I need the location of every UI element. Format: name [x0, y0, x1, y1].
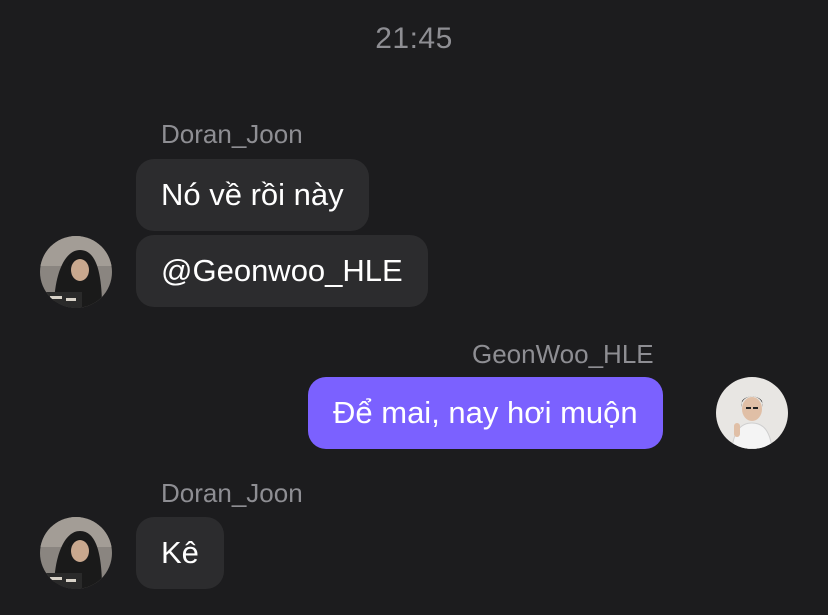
- user-avatar-hoodie-icon[interactable]: [40, 517, 112, 589]
- message-text: Nó về rồi này: [161, 177, 344, 212]
- message-bubble[interactable]: @Geonwoo_HLE: [136, 235, 428, 307]
- message-text: Kê: [161, 535, 199, 570]
- message-text: @Geonwoo_HLE: [161, 253, 403, 288]
- message-bubble[interactable]: Nó về rồi này: [136, 159, 369, 231]
- message-text: Để mai, nay hơi muộn: [333, 395, 638, 430]
- sender-name: GeonWoo_HLE: [472, 339, 654, 369]
- user-avatar-hoodie-icon[interactable]: [40, 236, 112, 308]
- sender-name: Doran_Joon: [161, 119, 303, 149]
- message-timestamp: 21:45: [375, 22, 453, 55]
- message-bubble[interactable]: Để mai, nay hơi muộn: [308, 377, 663, 449]
- user-avatar-portrait-icon[interactable]: [716, 377, 788, 449]
- message-bubble[interactable]: Kê: [136, 517, 224, 589]
- sender-name: Doran_Joon: [161, 478, 303, 508]
